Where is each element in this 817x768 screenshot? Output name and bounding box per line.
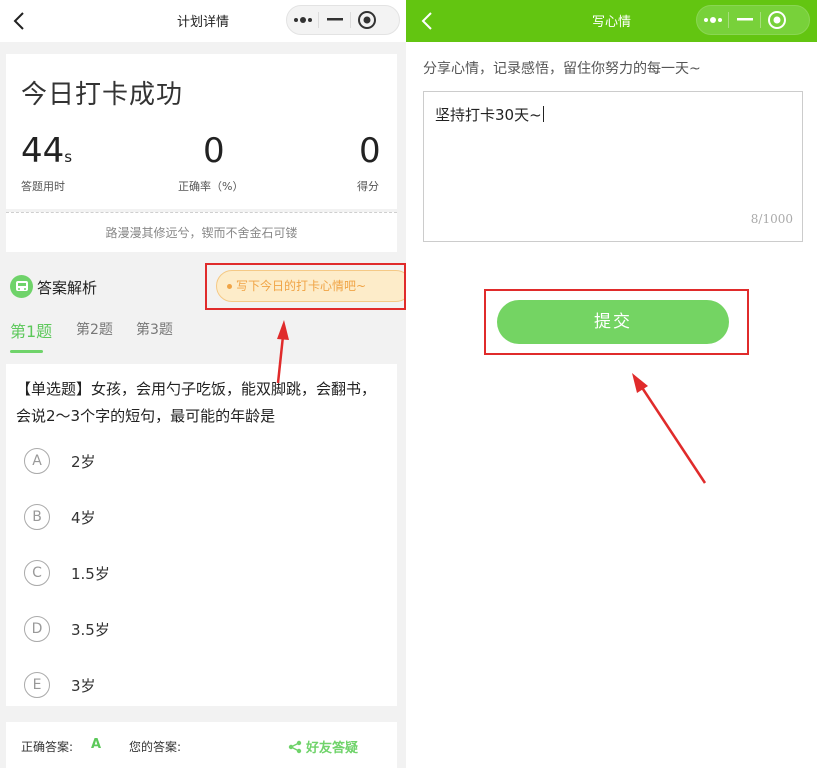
mini-program-capsule [696, 5, 810, 35]
option-a[interactable]: A 2岁 [24, 448, 324, 474]
minimize-icon[interactable] [319, 5, 350, 35]
text-caret [542, 106, 544, 122]
motto-card: 路漫漫其修远兮，锲而不舍金石可镂 [6, 212, 397, 252]
plan-detail-screen: 计划详情 今日打卡成功 44s 答题用时 0 正确率（%） 0 得分 路漫漫其修… [0, 0, 406, 768]
option-text: 3岁 [71, 677, 96, 695]
nav-bar: 写心情 [406, 0, 817, 42]
option-letter: C [24, 560, 50, 586]
score-stat-value: 0 [359, 131, 381, 171]
close-target-icon[interactable] [761, 5, 792, 35]
option-c[interactable]: C 1.5岁 [24, 560, 324, 586]
correct-answer-value: A [91, 737, 102, 752]
more-dots-icon[interactable] [287, 5, 318, 35]
answer-footer: 正确答案: A 您的答案: 好友答疑 [6, 722, 397, 768]
write-mood-screen: 写心情 分享心情，记录感悟，留住你努力的每一天~ 坚持打卡30天~ 8/1000… [406, 0, 817, 768]
bus-icon [10, 275, 33, 298]
motto-text: 路漫漫其修远兮，锲而不舍金石可镂 [105, 226, 298, 240]
your-answer-label: 您的答案: [129, 740, 182, 754]
time-unit: s [64, 148, 73, 166]
option-letter: A [24, 448, 50, 474]
question-text: 【单选题】女孩，会用勺子吃饭，能双脚跳，会翻书，会说2～3个字的短句，最可能的年… [16, 380, 377, 425]
correct-answer-label: 正确答案: [21, 740, 74, 754]
close-target-icon[interactable] [351, 5, 382, 35]
option-text: 1.5岁 [71, 565, 110, 583]
char-counter: 8/1000 [750, 212, 793, 226]
analysis-title: 答案解析 [37, 279, 98, 297]
time-stat-label: 答题用时 [21, 180, 65, 193]
time-value: 44 [21, 131, 65, 171]
tab-question-3[interactable]: 第3题 [136, 319, 173, 339]
share-icon [288, 740, 302, 753]
option-letter: E [24, 672, 50, 698]
accuracy-stat-value: 0 [203, 131, 225, 171]
option-e[interactable]: E 3岁 [24, 672, 324, 698]
option-text: 2岁 [71, 453, 96, 471]
time-stat-value: 44s [21, 134, 72, 168]
option-d[interactable]: D 3.5岁 [24, 616, 324, 642]
tab-question-1[interactable]: 第1题 [10, 318, 52, 342]
question-card: 【单选题】女孩，会用勺子吃饭，能双脚跳，会翻书，会说2～3个字的短句，最可能的年… [6, 364, 397, 706]
option-b[interactable]: B 4岁 [24, 504, 324, 530]
highlight-box [484, 289, 749, 355]
tab-question-2[interactable]: 第2题 [76, 319, 113, 339]
mood-textarea[interactable]: 坚持打卡30天~ 8/1000 [423, 91, 803, 242]
option-text: 4岁 [71, 509, 96, 527]
more-dots-icon[interactable] [697, 5, 728, 35]
highlight-box [205, 263, 406, 310]
question-tabs: 第1题 第2题 第3题 [0, 318, 406, 354]
nav-bar: 计划详情 [0, 0, 406, 42]
mood-text-value: 坚持打卡30天~ [435, 104, 544, 125]
active-tab-indicator [10, 350, 43, 353]
option-letter: B [24, 504, 50, 530]
ask-friend-button[interactable]: 好友答疑 [288, 737, 358, 756]
mood-text: 坚持打卡30天~ [435, 106, 542, 124]
option-text: 3.5岁 [71, 621, 110, 639]
mini-program-capsule [286, 5, 400, 35]
mood-prompt: 分享心情，记录感悟，留住你努力的每一天~ [423, 61, 701, 77]
minimize-icon[interactable] [729, 5, 760, 35]
checkin-summary-card: 今日打卡成功 44s 答题用时 0 正确率（%） 0 得分 [6, 54, 397, 209]
option-letter: D [24, 616, 50, 642]
checkin-success-title: 今日打卡成功 [21, 80, 184, 110]
score-stat-label: 得分 [357, 180, 379, 193]
accuracy-stat-label: 正确率（%） [178, 180, 244, 193]
ask-friend-label: 好友答疑 [306, 741, 359, 756]
